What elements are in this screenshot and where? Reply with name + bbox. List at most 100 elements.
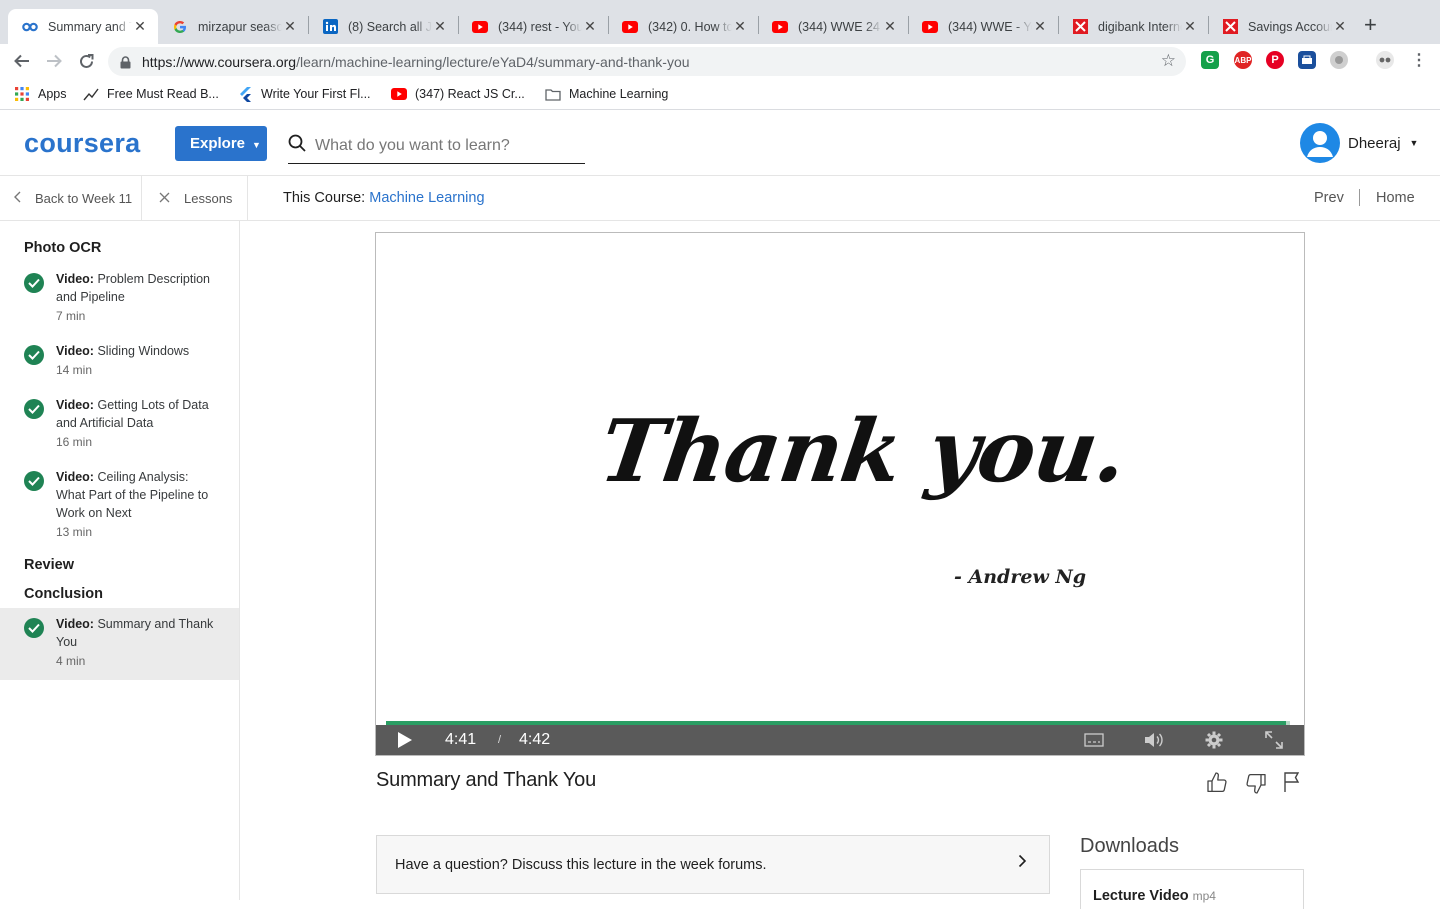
course-name-link[interactable]: Machine Learning	[369, 190, 484, 206]
lesson-item[interactable]: Video: Sliding Windows 14 min	[0, 341, 239, 377]
total-duration: 4:42	[519, 731, 551, 748]
volume-icon[interactable]	[1143, 730, 1165, 750]
lesson-type: Video:	[56, 470, 94, 484]
lesson-item[interactable]: Video: Ceiling Analysis: What Part of th…	[0, 467, 239, 539]
tab-label: Savings Account	[1248, 19, 1332, 34]
chevron-right-icon	[1018, 854, 1027, 872]
thumbs-down-icon[interactable]	[1244, 771, 1268, 795]
bookmark-flutter[interactable]: Write Your First Fl...	[237, 84, 371, 104]
lesson-title: Video: Ceiling Analysis: What Part of th…	[56, 468, 221, 522]
close-icon[interactable]: ✕	[282, 18, 298, 35]
close-icon[interactable]: ✕	[432, 18, 448, 35]
search-input[interactable]	[315, 136, 575, 155]
close-icon[interactable]: ✕	[1032, 18, 1048, 35]
section-title: Photo OCR	[24, 240, 102, 256]
browser-tab[interactable]: mirzapur season 2 - Google Search ✕	[158, 9, 308, 44]
lesson-duration: 4 min	[56, 654, 86, 668]
browser-tab[interactable]: (344) rest - YouTube ✕	[458, 9, 608, 44]
browser-tab[interactable]: (344) WWE 24 ✕	[758, 9, 908, 44]
folder-icon	[545, 86, 561, 102]
lock-icon	[120, 55, 132, 69]
youtube-icon	[472, 19, 488, 35]
tab-label: (342) 0. How to	[648, 19, 732, 34]
play-icon[interactable]	[396, 731, 414, 749]
lesson-item[interactable]: Video: Getting Lots of Data and Artifici…	[0, 395, 239, 449]
download-lecture-video[interactable]: Lecture Video mp4	[1080, 869, 1304, 909]
lesson-item[interactable]: Video: Problem Description and Pipeline …	[0, 269, 239, 323]
bookmark-free-must-read[interactable]: Free Must Read B...	[83, 84, 219, 104]
close-icon[interactable]: ✕	[1332, 18, 1348, 35]
this-course: This Course: Machine Learning	[283, 190, 485, 206]
youtube-icon	[391, 86, 407, 102]
close-icon[interactable]: ✕	[582, 18, 598, 35]
tab-label: (8) Search all Jobs | LinkedIn	[348, 19, 432, 34]
current-time: 4:41	[445, 731, 477, 748]
lesson-type: Video:	[56, 398, 94, 412]
settings-gear-icon[interactable]	[1203, 730, 1225, 750]
back-to-week-link[interactable]: Back to Week 11	[14, 176, 132, 220]
lessons-toggle[interactable]: Lessons	[159, 176, 232, 220]
browser-tab[interactable]: Savings Account ✕	[1208, 9, 1358, 44]
close-icon[interactable]: ✕	[132, 18, 148, 35]
browser-tab[interactable]: Summary and Thank You | Coursera ✕	[8, 9, 158, 44]
close-icon[interactable]: ✕	[1182, 18, 1198, 35]
new-tab-button[interactable]: +	[1364, 12, 1377, 38]
captions-icon[interactable]	[1083, 730, 1105, 750]
bookmark-react-js[interactable]: (347) React JS Cr...	[391, 84, 525, 104]
close-icon[interactable]: ✕	[732, 18, 748, 35]
forward-arrow-icon[interactable]	[40, 48, 68, 74]
coursera-logo[interactable]: coursera	[24, 128, 140, 159]
explore-label: Explore	[190, 135, 246, 152]
browser-tab[interactable]: (344) WWE - YouTube ✕	[908, 9, 1058, 44]
check-icon	[24, 345, 44, 365]
url-host: https://www.coursera.org	[142, 53, 297, 70]
bookmark-label: Free Must Read B...	[107, 87, 219, 101]
username[interactable]: Dheeraj	[1348, 135, 1401, 152]
section-title: Conclusion	[24, 586, 103, 602]
flag-icon[interactable]	[1282, 771, 1306, 795]
explore-button[interactable]: Explore ▼	[175, 126, 267, 161]
grammarly-extension-icon[interactable]: G	[1201, 51, 1219, 69]
browser-tab[interactable]: (342) 0. How to ✕	[608, 9, 758, 44]
youtube-icon	[922, 19, 938, 35]
extension-circle-icon[interactable]	[1330, 51, 1348, 69]
bookmark-label: Machine Learning	[569, 87, 669, 101]
bookmark-apps[interactable]: Apps	[14, 84, 67, 104]
extension-icon[interactable]	[1298, 51, 1316, 69]
lesson-duration: 14 min	[56, 363, 93, 377]
browser-tab[interactable]: (8) Search all Jobs | LinkedIn ✕	[308, 9, 458, 44]
profile-icon[interactable]	[1376, 51, 1394, 69]
youtube-icon	[622, 19, 638, 35]
prev-link[interactable]: Prev	[1314, 190, 1344, 206]
bookmark-label: (347) React JS Cr...	[415, 87, 525, 101]
lesson-title: Video: Problem Description and Pipeline	[56, 270, 221, 306]
linkedin-icon	[322, 19, 338, 35]
bookmark-folder-machine-learning[interactable]: Machine Learning	[545, 84, 668, 104]
caret-down-icon[interactable]: ▼	[1410, 138, 1419, 148]
pinterest-extension-icon[interactable]: P	[1266, 51, 1284, 69]
divider	[1359, 189, 1360, 206]
back-arrow-icon[interactable]	[8, 48, 36, 74]
section-title[interactable]: Review	[24, 557, 74, 573]
check-icon	[24, 273, 44, 293]
bookmark-label: Write Your First Fl...	[261, 87, 371, 101]
browser-tab[interactable]: digibank Internet Banking ✕	[1058, 9, 1208, 44]
fullscreen-icon[interactable]	[1263, 730, 1285, 750]
home-link[interactable]: Home	[1376, 190, 1415, 206]
flutter-icon	[237, 86, 253, 102]
address-bar[interactable]: https://www.coursera.org/learn/machine-l…	[108, 47, 1186, 76]
reload-icon[interactable]	[72, 48, 100, 74]
browser-menu-icon[interactable]: ⋮	[1410, 51, 1428, 69]
search-icon[interactable]	[288, 134, 306, 157]
tab-label: (344) WWE - YouTube	[948, 19, 1032, 34]
lesson-item-current[interactable]: Video: Summary and Thank You 4 min	[0, 608, 239, 680]
thumbs-up-icon[interactable]	[1205, 771, 1229, 795]
discussion-prompt[interactable]: Have a question? Discuss this lecture in…	[376, 835, 1050, 894]
video-player[interactable]: Thank you. - Andrew Ng 4:41 / 4:42	[375, 232, 1305, 756]
adblock-extension-icon[interactable]: ABP	[1234, 51, 1252, 69]
close-icon[interactable]: ✕	[882, 18, 898, 35]
avatar[interactable]	[1300, 123, 1340, 163]
bookmark-star-icon[interactable]: ☆	[1161, 51, 1176, 71]
dbs-icon	[1222, 19, 1238, 35]
user-menu[interactable]: Dheeraj ▼	[1300, 123, 1418, 163]
